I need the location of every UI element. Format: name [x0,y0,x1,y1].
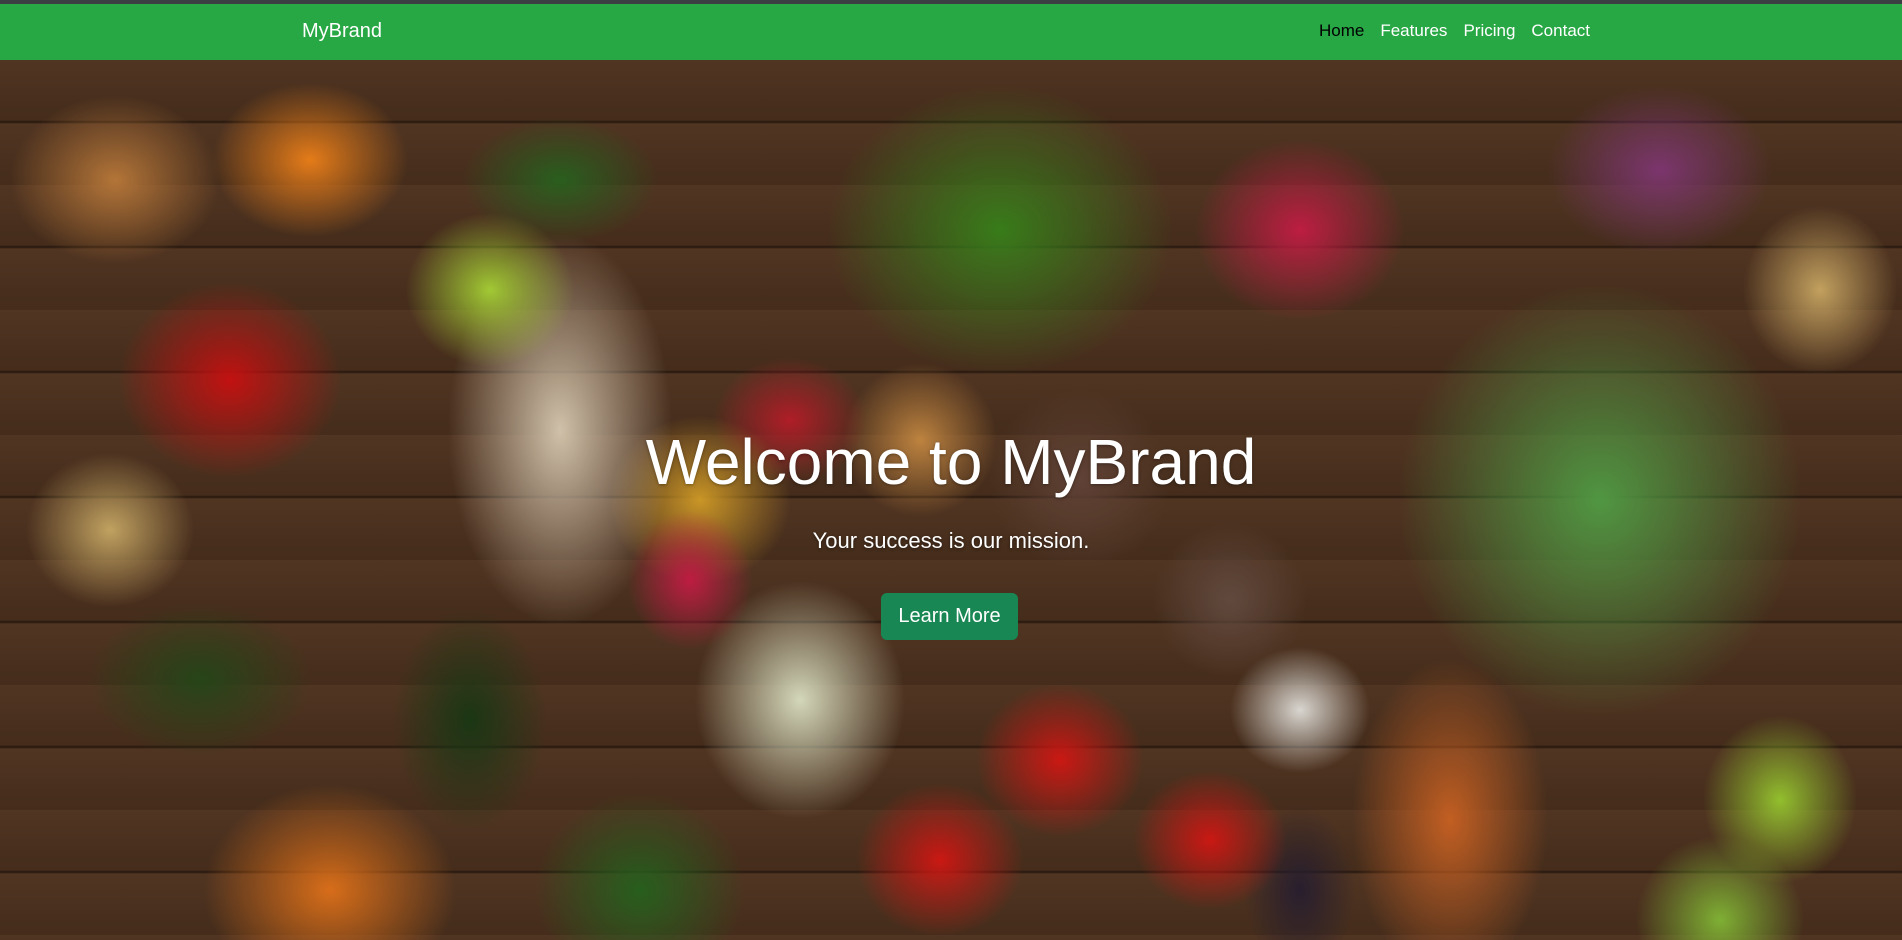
nav-item-contact: Contact [1531,21,1590,41]
learn-more-button[interactable]: Learn More [881,593,1018,640]
brand-logo-link[interactable]: MyBrand [302,20,382,43]
nav-item-features: Features [1380,21,1447,41]
hero-title: Welcome to MyBrand [645,426,1257,498]
navbar: MyBrand Home Features Pricing Contact [0,4,1902,60]
hero-section: Welcome to MyBrand Your success is our m… [0,60,1902,940]
nav-link-pricing[interactable]: Pricing [1463,21,1515,40]
nav-item-pricing: Pricing [1463,21,1515,41]
nav-link-home[interactable]: Home [1319,21,1364,40]
hero-subtitle: Your success is our mission. [812,528,1090,553]
nav-link-contact[interactable]: Contact [1531,21,1590,40]
nav-menu: Home Features Pricing Contact [1319,21,1590,41]
nav-item-home: Home [1319,21,1364,41]
nav-link-features[interactable]: Features [1380,21,1447,40]
hero-background-image [0,60,1902,940]
